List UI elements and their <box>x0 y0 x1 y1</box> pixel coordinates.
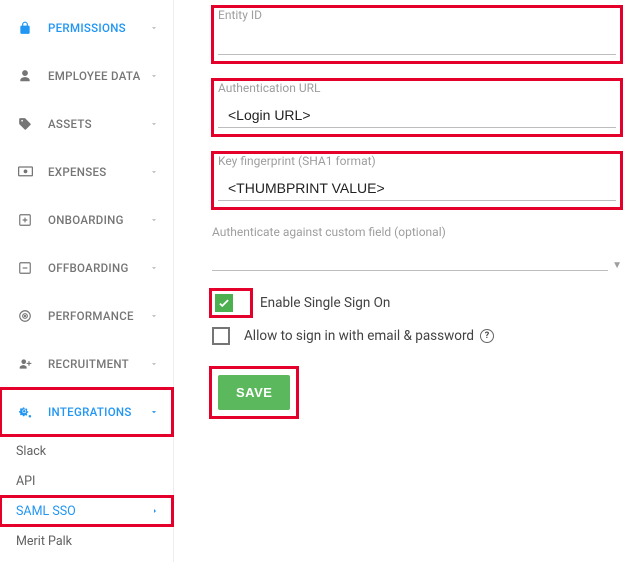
target-icon <box>16 309 34 323</box>
sidebar-item-employee-data[interactable]: EMPLOYEE DATA <box>0 52 173 100</box>
sidebar-sub-slack[interactable]: Slack <box>0 436 173 466</box>
sidebar-label: RECRUITMENT <box>48 357 149 371</box>
save-button[interactable]: SAVE <box>218 375 290 410</box>
sub-label: API <box>16 474 35 489</box>
fingerprint-field-group: Key fingerprint (SHA1 format) <box>212 152 622 209</box>
save-highlight: SAVE <box>212 369 296 416</box>
entity-id-field-group: Entity ID <box>212 6 622 63</box>
sidebar-item-permissions[interactable]: PERMISSIONS <box>0 4 173 52</box>
sidebar-label: OFFBOARDING <box>48 261 149 275</box>
help-icon[interactable]: ? <box>480 329 494 343</box>
lock-icon <box>16 21 34 35</box>
chevron-down-icon <box>149 359 159 369</box>
sidebar-item-expenses[interactable]: EXPENSES <box>0 148 173 196</box>
cash-icon <box>16 166 34 178</box>
person-icon <box>16 69 34 83</box>
chevron-down-icon <box>149 167 159 177</box>
sidebar-sub-api[interactable]: API <box>0 466 173 496</box>
sidebar-item-offboarding[interactable]: OFFBOARDING <box>0 244 173 292</box>
auth-url-label: Authentication URL <box>218 81 616 95</box>
person-plus-icon <box>16 357 34 371</box>
sidebar-sub-merit-palk[interactable]: Merit Palk <box>0 526 173 556</box>
sidebar-label: INTEGRATIONS <box>48 405 149 419</box>
enable-sso-checkbox[interactable] <box>215 294 233 312</box>
sidebar-label: EMPLOYEE DATA <box>48 69 149 83</box>
custom-field-label: Authenticate against custom field (optio… <box>212 225 622 239</box>
fingerprint-input[interactable] <box>218 178 616 201</box>
chevron-down-icon <box>149 23 159 33</box>
sub-label: SAML SSO <box>16 504 76 519</box>
sub-label: Slack <box>16 444 46 459</box>
main-content: Entity ID Authentication URL Key fingerp… <box>174 0 638 562</box>
entity-id-input[interactable] <box>218 32 616 55</box>
integrations-submenu: Slack API SAML SSO Merit Palk <box>0 436 173 562</box>
chevron-down-icon: ▼ <box>612 260 622 271</box>
sidebar-item-onboarding[interactable]: ONBOARDING <box>0 196 173 244</box>
custom-field-select[interactable]: ▼ <box>212 253 622 271</box>
chevron-down-icon <box>149 71 159 81</box>
sidebar-label: PERFORMANCE <box>48 309 149 323</box>
allow-email-label: Allow to sign in with email & password <box>244 328 474 344</box>
sidebar: PERMISSIONS EMPLOYEE DATA ASSETS EXPENSE… <box>0 0 174 562</box>
tag-icon <box>16 117 34 131</box>
auth-url-input[interactable] <box>218 105 616 128</box>
chevron-right-icon <box>151 506 159 516</box>
allow-email-checkbox[interactable] <box>212 327 230 345</box>
sidebar-item-recruitment[interactable]: RECRUITMENT <box>0 340 173 388</box>
plus-box-icon <box>16 213 34 227</box>
chevron-down-icon <box>149 263 159 273</box>
sidebar-item-performance[interactable]: PERFORMANCE <box>0 292 173 340</box>
chevron-down-icon <box>149 119 159 129</box>
chevron-down-icon <box>149 311 159 321</box>
enable-sso-label: Enable Single Sign On <box>260 295 390 311</box>
chevron-down-icon <box>149 215 159 225</box>
sidebar-item-assets[interactable]: ASSETS <box>0 100 173 148</box>
sub-label: Merit Palk <box>16 534 72 549</box>
sidebar-label: ASSETS <box>48 117 149 131</box>
enable-sso-highlight <box>212 291 250 315</box>
sidebar-sub-saml-sso[interactable]: SAML SSO <box>0 496 173 526</box>
gears-icon <box>16 405 34 420</box>
sidebar-label: ONBOARDING <box>48 213 149 227</box>
entity-id-label: Entity ID <box>218 8 616 22</box>
minus-box-icon <box>16 261 34 275</box>
sidebar-item-integrations[interactable]: INTEGRATIONS <box>0 388 173 436</box>
sidebar-label: EXPENSES <box>48 165 149 179</box>
fingerprint-label: Key fingerprint (SHA1 format) <box>218 154 616 168</box>
auth-url-field-group: Authentication URL <box>212 79 622 136</box>
allow-email-row: Allow to sign in with email & password ? <box>212 327 622 345</box>
sidebar-label: PERMISSIONS <box>48 21 149 35</box>
chevron-down-icon <box>149 407 159 417</box>
custom-field-group: Authenticate against custom field (optio… <box>212 225 622 271</box>
enable-sso-row: Enable Single Sign On <box>212 291 622 315</box>
